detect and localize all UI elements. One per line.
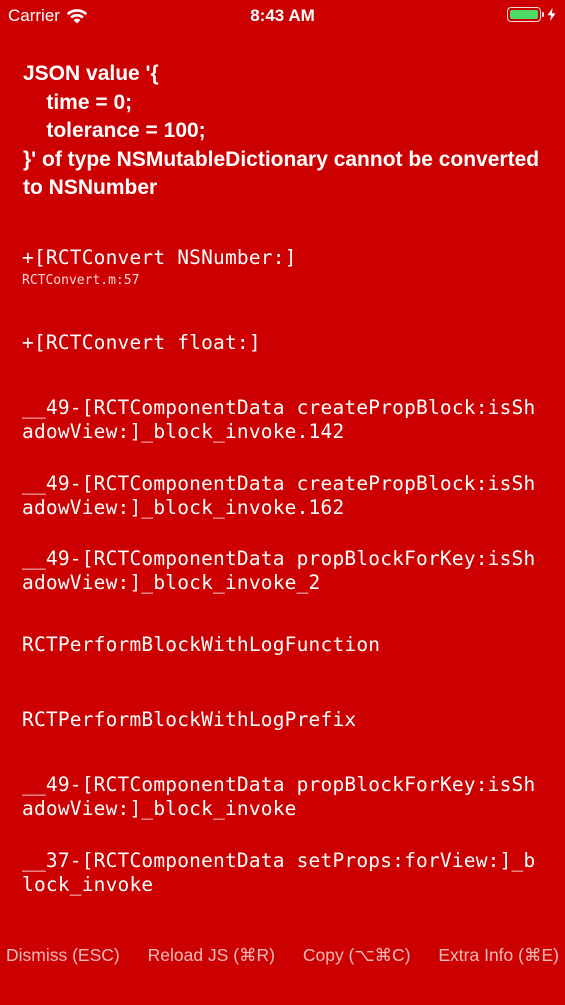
redbox-toolbar: Dismiss (ESC) Reload JS (⌘R) Copy (⌥⌘C) … [0,945,565,975]
stack-frame[interactable]: __49-[RCTComponentData propBlockForKey:i… [22,773,542,821]
battery-indicator [507,7,556,22]
extra-info-button[interactable]: Extra Info (⌘E) [438,945,559,975]
stack-frame[interactable]: +[RCTConvert NSNumber:] RCTConvert.m:57 [22,246,542,290]
stack-frame[interactable]: __49-[RCTComponentData createPropBlock:i… [22,472,542,520]
stack-frame[interactable]: __49-[RCTComponentData createPropBlock:i… [22,396,542,444]
stack-frame-method: __49-[RCTComponentData propBlockForKey:i… [22,547,536,594]
stack-frame-method: +[RCTConvert NSNumber:] [22,246,297,269]
battery-icon [507,7,541,22]
battery-cap [542,12,544,17]
reload-button[interactable]: Reload JS (⌘R) [148,945,275,975]
stack-frame[interactable]: RCTPerformBlockWithLogPrefix [22,708,542,732]
stack-frame-method: __49-[RCTComponentData createPropBlock:i… [22,396,536,443]
stack-frame[interactable]: RCTPerformBlockWithLogFunction [22,633,542,657]
battery-fill [510,10,538,19]
bolt-icon [547,8,556,21]
stack-frame-method: __49-[RCTComponentData propBlockForKey:i… [22,773,536,820]
stack-frame-method: +[RCTConvert float:] [22,331,261,354]
stack-frame[interactable]: __49-[RCTComponentData propBlockForKey:i… [22,547,542,595]
dismiss-button[interactable]: Dismiss (ESC) [6,945,120,975]
status-bar: Carrier 8:43 AM [0,0,565,32]
stack-frame-method: __49-[RCTComponentData createPropBlock:i… [22,472,536,519]
status-time: 8:43 AM [250,6,315,25]
stack-frame-file: RCTConvert.m:57 [22,273,140,288]
stack-frame-method: RCTPerformBlockWithLogPrefix [22,708,357,731]
stack-frame-method: RCTPerformBlockWithLogFunction [22,633,381,656]
error-message: JSON value '{ time = 0; tolerance = 100;… [23,62,540,200]
stack-frame[interactable]: __37-[RCTComponentData setProps:forView:… [22,849,542,897]
copy-button[interactable]: Copy (⌥⌘C) [303,945,411,975]
stack-frame[interactable]: +[RCTConvert float:] [22,331,542,355]
stack-frame-method: __37-[RCTComponentData setProps:forView:… [22,849,536,896]
